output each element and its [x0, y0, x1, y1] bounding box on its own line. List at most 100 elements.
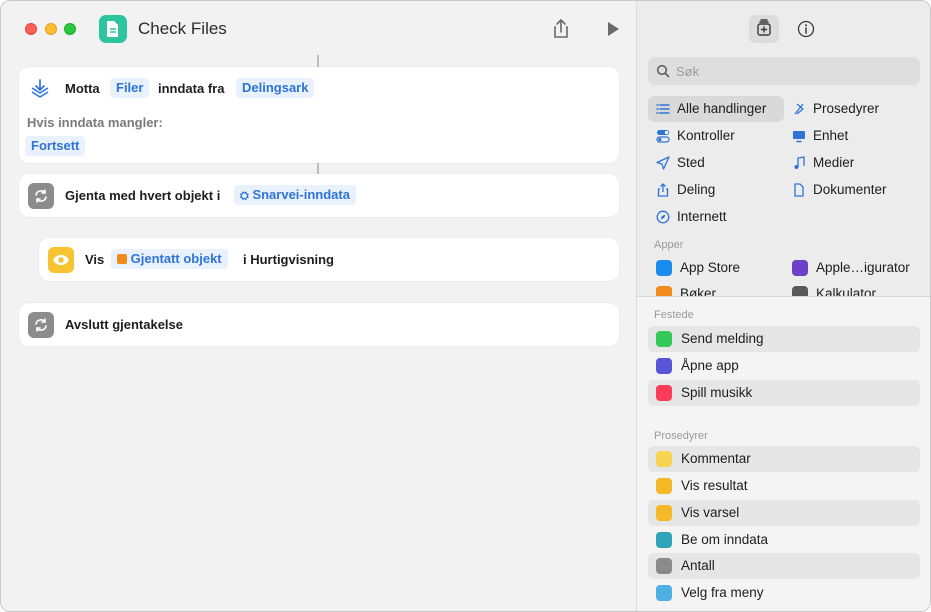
sigma-icon: [656, 558, 672, 574]
alert-icon: [656, 505, 672, 521]
repeat-label: Gjenta med hvert objekt i: [65, 188, 221, 203]
action-send-message[interactable]: Send melding: [648, 326, 920, 352]
app-item-label: App Store: [680, 260, 741, 275]
repeat-icon: [28, 312, 54, 338]
category-label: Internett: [677, 209, 727, 224]
action-library-panel: Søk Alle handlinger Prosedyrer Kontrolle…: [636, 1, 930, 611]
shortcut-title[interactable]: Check Files: [138, 19, 227, 39]
app-item[interactable]: Apple…igurator: [792, 257, 922, 279]
action-label: Velg fra meny: [681, 585, 764, 600]
action-label: Kommentar: [681, 451, 751, 466]
action-label: Antall: [681, 558, 715, 573]
action-show-result[interactable]: Vis resultat: [648, 473, 920, 499]
receive-mid-label: inndata fra: [158, 81, 225, 96]
library-toggle-button[interactable]: [749, 15, 779, 43]
search-icon: [656, 64, 670, 78]
details-toggle-button[interactable]: [791, 15, 821, 43]
app-item[interactable]: Kalkulator: [792, 283, 922, 296]
input-source-token[interactable]: Delingsark: [236, 78, 315, 98]
category-label: Dokumenter: [813, 182, 887, 197]
quick-look-action[interactable]: Vis Gjentatt objekt i Hurtigvisning: [39, 238, 619, 281]
category-device[interactable]: Enhet: [784, 123, 920, 149]
library-icon: [757, 19, 771, 36]
action-count[interactable]: Antall: [648, 553, 920, 579]
action-choose-from-menu[interactable]: Velg fra meny: [648, 580, 920, 606]
result-icon: [656, 478, 672, 494]
run-icon[interactable]: [601, 17, 625, 41]
app-item-label: Apple…igurator: [816, 260, 910, 275]
action-list: Festede Send melding Åpne app Spill musi…: [637, 296, 930, 611]
shortcut-input-token-label: Snarvei-inndata: [252, 187, 350, 202]
share-icon[interactable]: [549, 17, 573, 41]
category-scripting[interactable]: Prosedyrer: [784, 96, 920, 122]
compass-icon: [656, 210, 670, 224]
script-icon: [794, 103, 804, 115]
input-type-token[interactable]: Filer: [110, 78, 150, 98]
app-item[interactable]: App Store: [656, 257, 786, 279]
end-repeat-label: Avslutt gjentakelse: [65, 317, 184, 332]
action-comment[interactable]: Kommentar: [648, 446, 920, 472]
apple-configurator-icon: [792, 260, 808, 276]
category-media[interactable]: Medier: [784, 150, 920, 176]
end-repeat-action[interactable]: Avslutt gjentakelse: [19, 303, 619, 346]
action-label: Vis resultat: [681, 478, 748, 493]
category-documents[interactable]: Dokumenter: [784, 177, 920, 203]
repeat-each-action[interactable]: Gjenta med hvert objekt i ⛭ Snarvei-innd…: [19, 174, 619, 217]
arrow-icon: [656, 358, 672, 374]
list-icon: [656, 104, 670, 114]
shortcut-input-token[interactable]: ⛭ Snarvei-inndata: [234, 185, 356, 205]
category-location[interactable]: Sted: [648, 150, 784, 176]
library-categories: Søk Alle handlinger Prosedyrer Kontrolle…: [637, 1, 930, 296]
flow-connector: [317, 55, 319, 67]
app-item[interactable]: Bøker: [656, 283, 786, 296]
title-bar: Check Files: [1, 1, 636, 57]
location-icon: [656, 156, 670, 170]
repeat-item-token[interactable]: Gjentatt objekt: [111, 249, 228, 269]
share-icon: [657, 183, 669, 197]
category-all-actions[interactable]: Alle handlinger: [648, 96, 784, 122]
document-icon: [794, 183, 804, 197]
receive-input-icon: [27, 76, 53, 102]
search-placeholder: Søk: [676, 64, 700, 79]
toggle-icon: [656, 130, 670, 143]
minimize-window-button[interactable]: [45, 23, 57, 35]
menu-icon: [656, 585, 672, 601]
action-label: Vis varsel: [681, 505, 740, 520]
category-label: Enhet: [813, 128, 849, 143]
scripting-section-heading: Prosedyrer: [654, 430, 708, 442]
receive-label: Motta: [65, 81, 100, 96]
workflow-editor: Check Files Motta Filer inndata fra Deli…: [1, 1, 636, 611]
shortcut-input-icon: ⛭: [240, 190, 249, 202]
category-sharing[interactable]: Deling: [648, 177, 784, 203]
category-web[interactable]: Internett: [648, 204, 784, 230]
info-icon: [797, 20, 815, 38]
category-label: Kontroller: [677, 128, 735, 143]
lines-icon: [656, 451, 672, 467]
category-controls[interactable]: Kontroller: [648, 123, 784, 149]
action-label: Spill musikk: [681, 385, 753, 400]
books-icon: [656, 286, 672, 296]
action-show-alert[interactable]: Vis varsel: [648, 500, 920, 526]
app-item-label: Bøker: [680, 286, 717, 296]
missing-input-label: Hvis inndata mangler:: [27, 115, 163, 130]
action-open-app[interactable]: Åpne app: [648, 353, 920, 379]
action-search-field[interactable]: Søk: [648, 57, 920, 85]
apps-section-heading: Apper: [654, 239, 684, 251]
zoom-window-button[interactable]: [64, 23, 76, 35]
category-label: Alle handlinger: [677, 101, 767, 116]
missing-input-token[interactable]: Fortsett: [25, 136, 86, 156]
repeat-icon: [28, 183, 54, 209]
shortcut-document-icon[interactable]: [99, 15, 127, 43]
action-ask-for-input[interactable]: Be om inndata: [648, 527, 920, 553]
bubble-icon: [656, 532, 672, 548]
eye-icon: [48, 247, 74, 273]
action-play-music[interactable]: Spill musikk: [648, 380, 920, 406]
close-window-button[interactable]: [25, 23, 37, 35]
message-icon: [656, 331, 672, 347]
receive-input-action[interactable]: Motta Filer inndata fra Delingsark Hvis …: [19, 67, 619, 163]
music-note-icon: [656, 385, 672, 401]
repeat-item-token-label: Gjentatt objekt: [130, 251, 222, 266]
action-label: Åpne app: [681, 358, 739, 373]
display-icon: [793, 131, 805, 143]
action-label: Be om inndata: [681, 532, 769, 547]
